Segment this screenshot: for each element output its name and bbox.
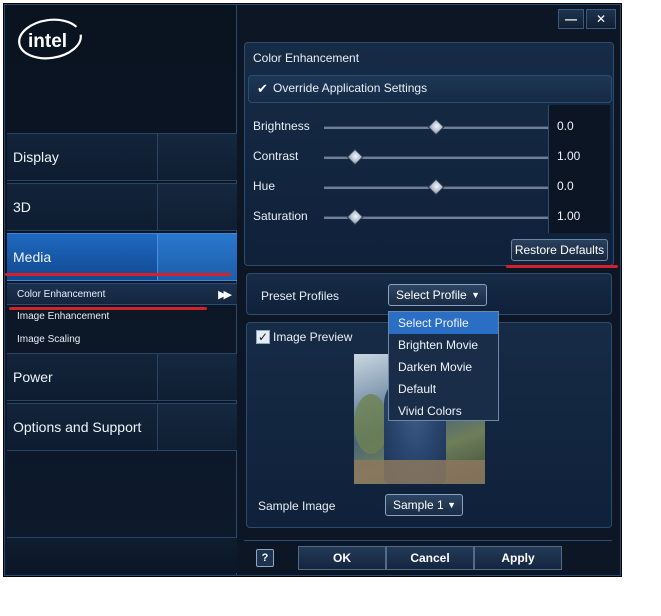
preset-profiles-selected: Select Profile [396, 288, 467, 302]
image-preview-checkbox[interactable]: ✓ Image Preview [256, 330, 352, 344]
sidebar-subitem-image-scaling[interactable]: Image Scaling [7, 329, 237, 351]
sidebar-nav: intel Display 3D Media Color Enhancement… [5, 5, 237, 575]
sidebar-item-tile [157, 404, 237, 450]
dropdown-option-darken-movie[interactable]: Darken Movie [389, 356, 498, 378]
double-chevron-right-icon: ▶▶ [218, 289, 232, 301]
checkmark-icon: ✔ [257, 80, 268, 96]
sidebar-item-tile [157, 184, 237, 230]
sidebar-item-label: Display [13, 149, 59, 165]
apply-button[interactable]: Apply [474, 546, 562, 570]
chevron-down-icon: ▼ [447, 500, 456, 510]
sidebar-subitem-color-enhancement[interactable]: Color Enhancement ▶▶ [7, 283, 237, 305]
preset-profiles-list: Select Profile Brighten Movie Darken Mov… [388, 311, 499, 421]
checkbox-checked-icon: ✓ [256, 330, 270, 344]
cancel-button[interactable]: Cancel [386, 546, 474, 570]
slider-label-saturation: Saturation [253, 209, 308, 223]
sidebar-item-label: Power [13, 369, 53, 385]
dropdown-option-select-profile[interactable]: Select Profile [389, 312, 498, 334]
dropdown-option-default[interactable]: Default [389, 378, 498, 400]
dropdown-option-vivid-colors[interactable]: Vivid Colors [389, 400, 498, 422]
sidebar-item-power[interactable]: Power [7, 353, 237, 401]
annotation-underline-restore-defaults [506, 265, 618, 268]
window-controls: — ✕ [558, 9, 616, 29]
restore-defaults-button[interactable]: Restore Defaults [511, 239, 608, 261]
sidebar-item-tile [157, 354, 237, 400]
sidebar-item-tile [157, 134, 237, 180]
preset-profiles-dropdown[interactable]: Select Profile ▼ [388, 284, 487, 306]
sidebar-footer [7, 537, 237, 573]
sidebar-item-label: Media [13, 249, 52, 265]
close-icon: ✕ [595, 12, 607, 26]
annotation-underline-media [5, 273, 231, 276]
slider-label-brightness: Brightness [253, 119, 310, 133]
preset-profiles-label: Preset Profiles [261, 289, 340, 303]
dropdown-option-brighten-movie[interactable]: Brighten Movie [389, 334, 498, 356]
sidebar-item-display[interactable]: Display [7, 133, 237, 181]
sidebar-item-3d[interactable]: 3D [7, 183, 237, 231]
slider-value-contrast: 1.00 [557, 149, 581, 163]
sidebar-subitem-label: Image Enhancement [17, 311, 110, 322]
intel-logo-text: intel [28, 31, 67, 52]
override-checkbox[interactable]: ✔ Override Application Settings [257, 81, 427, 95]
section-title: Color Enhancement [253, 51, 360, 65]
sidebar-subitem-image-enhancement[interactable]: Image Enhancement [7, 306, 237, 328]
sidebar-subitem-label: Color Enhancement [17, 289, 106, 300]
slider-label-hue: Hue [253, 179, 276, 193]
override-label: Override Application Settings [273, 81, 428, 95]
slider-value-saturation: 1.00 [557, 209, 581, 223]
slider-value-brightness: 0.0 [557, 119, 574, 133]
sidebar-item-label: Options and Support [13, 419, 142, 435]
slider-label-contrast: Contrast [253, 149, 299, 163]
sidebar-item-options-and-support[interactable]: Options and Support [7, 403, 237, 451]
sample-image-dropdown[interactable]: Sample 1 ▼ [385, 494, 463, 516]
close-button[interactable]: ✕ [586, 9, 616, 29]
intel-logo: intel [18, 18, 82, 60]
ok-button[interactable]: OK [298, 546, 386, 570]
image-preview-label: Image Preview [273, 330, 353, 344]
sidebar-item-label: 3D [13, 199, 31, 215]
help-button[interactable]: ? [256, 549, 274, 567]
slider-value-hue: 0.0 [557, 179, 574, 193]
sample-image-label: Sample Image [258, 499, 336, 513]
sample-image-selected: Sample 1 [393, 498, 444, 512]
minimize-icon: — [565, 12, 577, 26]
chevron-down-icon: ▼ [471, 290, 480, 300]
sidebar-subitem-label: Image Scaling [17, 334, 81, 345]
minimize-button[interactable]: — [558, 9, 584, 29]
